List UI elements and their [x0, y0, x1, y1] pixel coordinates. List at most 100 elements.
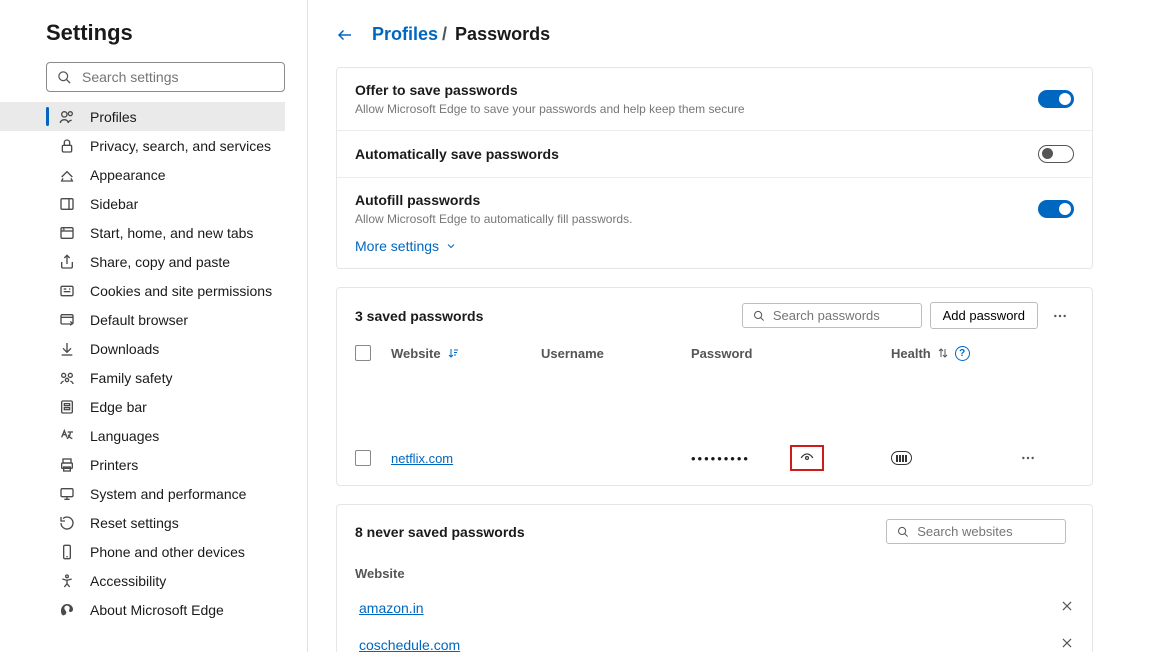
more-horizontal-icon — [1020, 450, 1036, 466]
browser-icon — [58, 311, 76, 329]
chevron-down-icon — [445, 240, 457, 252]
offer-save-desc: Allow Microsoft Edge to save your passwo… — [355, 102, 745, 116]
offer-save-toggle[interactable] — [1038, 90, 1074, 108]
row-more-menu[interactable] — [1014, 446, 1074, 470]
accessibility-icon — [58, 572, 76, 590]
sidebar-item-label: Accessibility — [90, 573, 166, 589]
sidebar-item-appearance[interactable]: Appearance — [0, 160, 285, 189]
sidebar-item-reset[interactable]: Reset settings — [0, 508, 285, 537]
sidebar-item-label: System and performance — [90, 486, 246, 502]
row-checkbox[interactable] — [355, 450, 371, 466]
sidebar-item-about[interactable]: About Microsoft Edge — [0, 595, 285, 624]
sidebar-item-label: Cookies and site permissions — [90, 283, 272, 299]
sidebar-item-browser[interactable]: Default browser — [0, 305, 285, 334]
sidebar-item-start[interactable]: Start, home, and new tabs — [0, 218, 285, 247]
col-password[interactable]: Password — [691, 346, 891, 361]
remove-never-saved-button[interactable] — [1060, 636, 1074, 652]
settings-nav: Profiles Privacy, search, and services App… — [0, 102, 285, 624]
password-row: netflix.com ••••••••• — [337, 431, 1092, 485]
remove-never-saved-button[interactable] — [1060, 599, 1074, 616]
languages-icon — [58, 427, 76, 445]
sidebar-item-label: Start, home, and new tabs — [90, 225, 253, 241]
main-content: Profiles / Passwords Offer to save passw… — [308, 0, 1173, 652]
select-all-checkbox[interactable] — [355, 345, 371, 361]
sidebar-item-label: Languages — [90, 428, 159, 444]
settings-search[interactable] — [46, 62, 285, 92]
sidebar-item-label: Profiles — [90, 109, 137, 125]
sidebar-item-profiles[interactable]: Profiles — [0, 102, 285, 131]
breadcrumb-sep: / — [442, 24, 447, 45]
col-health[interactable]: Health — [891, 346, 931, 361]
saved-passwords-search-input[interactable] — [773, 308, 911, 323]
saved-passwords-table-head: Website Username Password Health ? — [337, 335, 1092, 371]
sidebar-item-label: Share, copy and paste — [90, 254, 230, 270]
phone-icon — [58, 543, 76, 561]
autofill-desc: Allow Microsoft Edge to automatically fi… — [355, 212, 632, 226]
lock-icon — [58, 137, 76, 155]
autofill-title: Autofill passwords — [355, 192, 632, 208]
sidebar-item-label: Printers — [90, 457, 138, 473]
sidebar-item-printers[interactable]: Printers — [0, 450, 285, 479]
auto-save-title: Automatically save passwords — [355, 146, 559, 162]
download-icon — [58, 340, 76, 358]
sidebar-item-label: Downloads — [90, 341, 159, 357]
never-saved-card: 8 never saved passwords Website amazon.i… — [336, 504, 1093, 652]
never-saved-site-link[interactable]: coschedule.com — [359, 637, 460, 652]
never-saved-search[interactable] — [886, 519, 1066, 544]
close-icon — [1060, 636, 1074, 650]
password-website-link[interactable]: netflix.com — [391, 451, 453, 466]
eye-icon[interactable] — [798, 451, 816, 465]
system-icon — [58, 485, 76, 503]
search-icon — [753, 309, 765, 323]
breadcrumb-root[interactable]: Profiles — [372, 24, 438, 45]
sidebar-item-label: Privacy, search, and services — [90, 138, 271, 154]
sidebar-item-label: Default browser — [90, 312, 188, 328]
never-saved-col-website: Website — [337, 558, 1092, 589]
sidebar-item-share[interactable]: Share, copy and paste — [0, 247, 285, 276]
start-icon — [58, 224, 76, 242]
saved-passwords-more-menu[interactable] — [1046, 304, 1074, 328]
never-saved-count: 8 never saved passwords — [355, 524, 886, 540]
more-settings-label: More settings — [355, 238, 439, 254]
sidebar-item-lock[interactable]: Privacy, search, and services — [0, 131, 285, 160]
sidebar-item-label: Appearance — [90, 167, 166, 183]
sidebar-item-cookies[interactable]: Cookies and site permissions — [0, 276, 285, 305]
sidebar-item-phone[interactable]: Phone and other devices — [0, 537, 285, 566]
never-saved-row: amazon.in — [337, 589, 1092, 626]
printers-icon — [58, 456, 76, 474]
sidebar-item-languages[interactable]: Languages — [0, 421, 285, 450]
autofill-toggle[interactable] — [1038, 200, 1074, 218]
col-username[interactable]: Username — [541, 346, 691, 361]
password-options-card: Offer to save passwords Allow Microsoft … — [336, 67, 1093, 269]
sidebar-item-system[interactable]: System and performance — [0, 479, 285, 508]
never-saved-site-link[interactable]: amazon.in — [359, 600, 424, 616]
sidebar-item-label: Phone and other devices — [90, 544, 245, 560]
reset-icon — [58, 514, 76, 532]
about-icon — [58, 601, 76, 619]
sidebar-item-download[interactable]: Downloads — [0, 334, 285, 363]
search-icon — [897, 525, 909, 539]
sidebar-item-label: Family safety — [90, 370, 172, 386]
sidebar-item-sidebar[interactable]: Sidebar — [0, 189, 285, 218]
edgebar-icon — [58, 398, 76, 416]
offer-save-title: Offer to save passwords — [355, 82, 745, 98]
saved-passwords-search[interactable] — [742, 303, 922, 328]
search-icon — [57, 70, 72, 85]
back-button[interactable] — [336, 26, 354, 44]
add-password-button[interactable]: Add password — [930, 302, 1038, 329]
settings-search-input[interactable] — [82, 69, 274, 85]
more-settings-link[interactable]: More settings — [355, 238, 457, 254]
auto-save-toggle[interactable] — [1038, 145, 1074, 163]
col-website[interactable]: Website — [391, 346, 441, 361]
sidebar-item-accessibility[interactable]: Accessibility — [0, 566, 285, 595]
never-saved-search-input[interactable] — [917, 524, 1055, 539]
password-mask: ••••••••• — [691, 451, 750, 466]
sidebar-item-label: Edge bar — [90, 399, 147, 415]
sidebar-item-family[interactable]: Family safety — [0, 363, 285, 392]
sidebar-item-label: Reset settings — [90, 515, 179, 531]
sidebar-item-edgebar[interactable]: Edge bar — [0, 392, 285, 421]
close-icon — [1060, 599, 1074, 613]
family-icon — [58, 369, 76, 387]
health-help-icon[interactable]: ? — [955, 346, 970, 361]
settings-sidebar: Settings ProfilesPrivacy, search, and se… — [0, 0, 308, 652]
